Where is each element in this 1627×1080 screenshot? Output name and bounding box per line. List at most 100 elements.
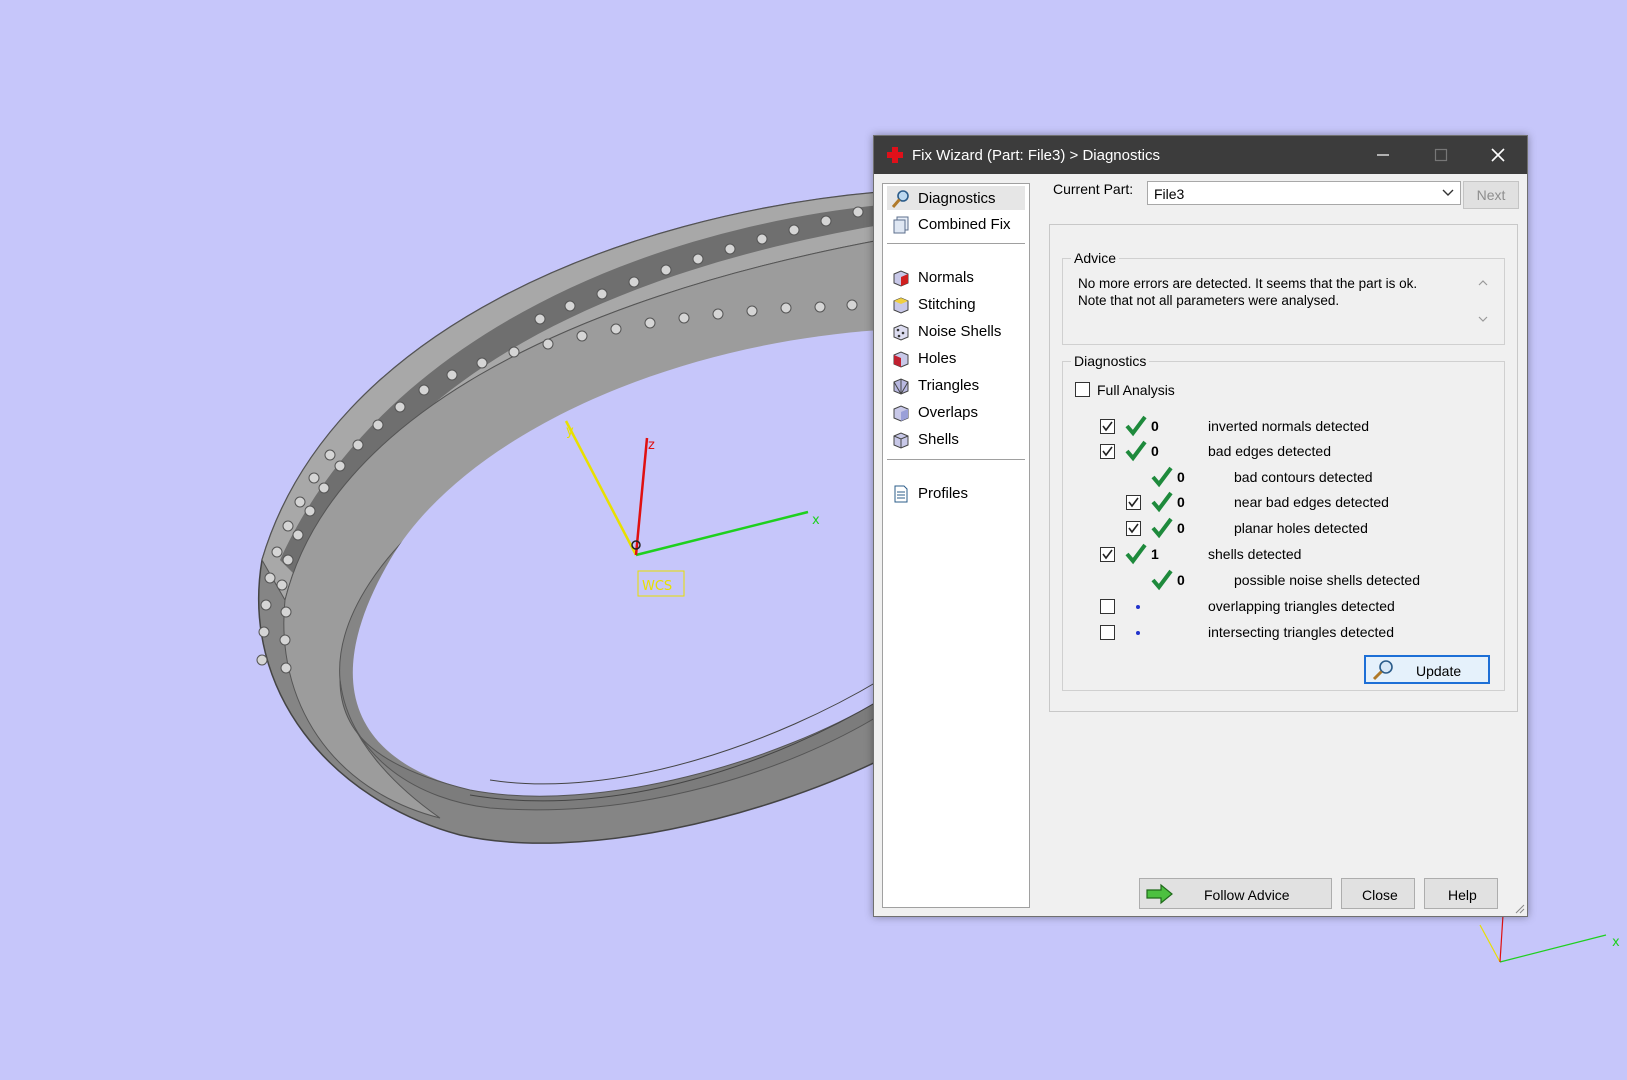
title-bar[interactable]: Fix Wizard (Part: File3) > Diagnostics <box>874 136 1527 174</box>
row-checkbox[interactable] <box>1100 625 1115 640</box>
nav-separator <box>887 459 1025 460</box>
current-part-label: Current Part: <box>1053 181 1134 197</box>
full-analysis-checkbox[interactable] <box>1075 382 1090 397</box>
scroll-down-icon[interactable] <box>1478 316 1488 323</box>
info-dot-icon <box>1136 631 1140 635</box>
shells-cube-icon <box>893 432 909 449</box>
close-window-button[interactable] <box>1469 136 1527 174</box>
nav-item-shells[interactable]: Shells <box>887 427 1025 451</box>
close-button[interactable]: Close <box>1341 878 1415 909</box>
row-count: 1 <box>1151 546 1159 562</box>
axis-y-label: y <box>566 424 574 439</box>
close-icon <box>1491 148 1505 162</box>
row-count: 0 <box>1151 418 1159 434</box>
stacked-pages-icon <box>893 216 909 234</box>
current-part-value: File3 <box>1154 186 1185 202</box>
row-label: near bad edges detected <box>1234 494 1389 510</box>
green-arrow-right-icon <box>1146 883 1173 905</box>
checkmark-icon <box>1102 421 1113 432</box>
corner-x-label: x <box>1612 935 1620 950</box>
checkmark-icon <box>1128 497 1139 508</box>
full-analysis-label: Full Analysis <box>1097 382 1175 398</box>
red-cross-icon <box>887 147 903 163</box>
follow-advice-button[interactable]: Follow Advice <box>1139 878 1332 909</box>
green-check-icon <box>1151 517 1173 539</box>
nav-item-normals[interactable]: Normals <box>887 265 1025 289</box>
scroll-up-icon[interactable] <box>1478 279 1488 286</box>
triangles-cube-icon <box>893 378 909 395</box>
follow-advice-label: Follow Advice <box>1204 887 1290 903</box>
advice-line: Note that not all parameters were analys… <box>1078 293 1340 308</box>
green-check-icon <box>1125 440 1147 462</box>
row-label: intersecting triangles detected <box>1208 624 1394 640</box>
normals-cube-icon <box>893 270 909 287</box>
green-check-icon <box>1125 415 1147 437</box>
row-checkbox[interactable] <box>1126 495 1141 510</box>
minimize-button[interactable] <box>1354 136 1412 174</box>
row-label: bad edges detected <box>1208 443 1331 459</box>
advice-text: No more errors are detected. It seems th… <box>1078 275 1463 309</box>
help-button[interactable]: Help <box>1424 878 1498 909</box>
nav-separator <box>887 243 1025 244</box>
row-count: 0 <box>1177 520 1185 536</box>
dialog-title: Fix Wizard (Part: File3) > Diagnostics <box>912 147 1160 164</box>
row-label: bad contours detected <box>1234 469 1373 485</box>
row-checkbox[interactable] <box>1100 444 1115 459</box>
chevron-down-icon <box>1442 189 1454 196</box>
nav-item-holes[interactable]: Holes <box>887 346 1025 370</box>
noise-shells-icon <box>893 324 909 341</box>
advice-title: Advice <box>1071 250 1120 266</box>
update-button[interactable]: Update <box>1364 655 1490 684</box>
green-check-icon <box>1151 466 1173 488</box>
nav-item-overlaps[interactable]: Overlaps <box>887 400 1025 424</box>
nav-item-combined-fix[interactable]: Combined Fix <box>887 212 1025 236</box>
nav-item-profiles[interactable]: Profiles <box>887 481 1025 505</box>
axis-x-label: x <box>812 513 820 528</box>
row-count: 0 <box>1151 443 1159 459</box>
stitching-cube-icon <box>893 297 909 314</box>
document-icon <box>894 485 908 503</box>
green-check-icon <box>1125 543 1147 565</box>
holes-cube-icon <box>893 351 909 368</box>
row-label: inverted normals detected <box>1208 418 1370 434</box>
row-count: 0 <box>1177 494 1185 510</box>
advice-line: No more errors are detected. It seems th… <box>1078 276 1418 291</box>
checkmark-icon <box>1102 549 1113 560</box>
row-label: overlapping triangles detected <box>1208 598 1395 614</box>
nav-item-noise-shells[interactable]: Noise Shells <box>887 319 1025 343</box>
row-label: planar holes detected <box>1234 520 1368 536</box>
help-label: Help <box>1448 887 1477 903</box>
next-button: Next <box>1463 181 1519 209</box>
resize-grip-icon[interactable] <box>1513 902 1525 914</box>
close-label: Close <box>1362 887 1398 903</box>
green-check-icon <box>1151 569 1173 591</box>
magnifier-icon <box>891 190 909 208</box>
current-part-select[interactable]: File3 <box>1147 181 1461 205</box>
magnifier-icon <box>1372 660 1393 681</box>
row-count: 0 <box>1177 572 1185 588</box>
green-check-icon <box>1151 491 1173 513</box>
minimize-icon <box>1377 154 1389 156</box>
info-dot-icon <box>1136 605 1140 609</box>
wcs-label: WCS <box>642 579 672 594</box>
fix-wizard-dialog[interactable]: Fix Wizard (Part: File3) > Diagnostics D… <box>873 135 1528 917</box>
advice-group: Advice No more errors are detected. It s… <box>1062 250 1505 345</box>
axis-z-label: z <box>648 438 655 453</box>
nav-item-triangles[interactable]: Triangles <box>887 373 1025 397</box>
row-checkbox[interactable] <box>1100 599 1115 614</box>
row-checkbox[interactable] <box>1126 521 1141 536</box>
row-checkbox[interactable] <box>1100 547 1115 562</box>
overlaps-cube-icon <box>893 405 909 422</box>
row-label: shells detected <box>1208 546 1302 562</box>
diagnostics-group: Diagnostics Full Analysis 0 inverted nor… <box>1062 353 1505 691</box>
row-checkbox[interactable] <box>1100 419 1115 434</box>
update-label: Update <box>1416 663 1462 679</box>
row-count: 0 <box>1177 469 1185 485</box>
checkmark-icon <box>1128 523 1139 534</box>
diagnostics-title: Diagnostics <box>1071 353 1150 369</box>
maximize-icon <box>1434 148 1448 162</box>
corner-triad: x <box>1479 914 1620 963</box>
nav-item-diagnostics[interactable]: Diagnostics <box>887 186 1025 210</box>
nav-item-stitching[interactable]: Stitching <box>887 292 1025 316</box>
wizard-nav: Diagnostics Combined Fix Normals Stitchi… <box>882 183 1030 908</box>
